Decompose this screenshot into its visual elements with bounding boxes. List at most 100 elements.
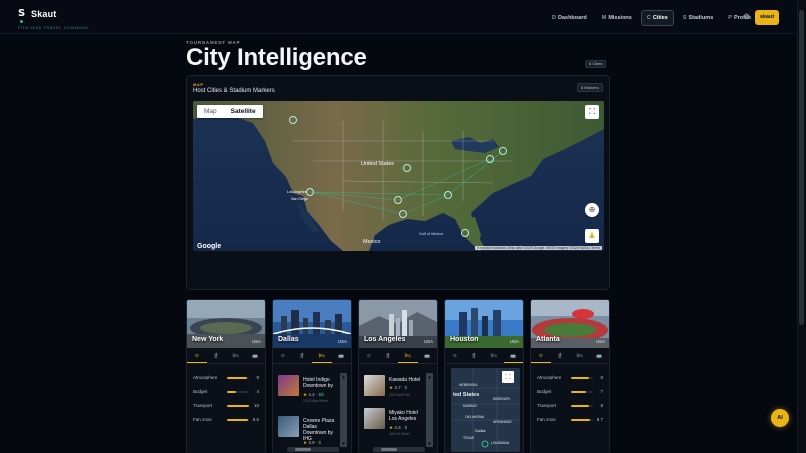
- map-canvas[interactable]: United States Mexico Gulf of Mexico Los …: [193, 101, 604, 251]
- brand-name: Skaut: [31, 8, 57, 19]
- tab-hotels-icon[interactable]: 🛏: [484, 350, 504, 363]
- user-button[interactable]: skaut: [755, 10, 779, 25]
- city-tabs: ⊙ 🍴 🛏 🚌: [531, 350, 609, 364]
- city-country: USA: [595, 339, 605, 344]
- transport-mini-map[interactable]: ⛶ ted States NEBRASKA KANSAS OKLAHOMA TE…: [451, 368, 520, 452]
- horizontal-scrollbar-thumb[interactable]: [381, 448, 397, 451]
- metric-fill: [227, 377, 247, 379]
- hotel-item[interactable]: Kawada Hotel ★ 3.7 · $ 200 South Hill: [364, 375, 426, 403]
- map-label-mexico: Mexico: [363, 239, 380, 245]
- city-tabs: ⊙ 🍴 🛏 🚌: [359, 350, 437, 364]
- scroll-up-icon[interactable]: ▲: [341, 374, 346, 379]
- metric-value: 9: [256, 375, 259, 380]
- star-icon: ★: [389, 426, 394, 431]
- hotel-meta: ★ 3.9 · $: [303, 440, 322, 446]
- hotel-price: $$: [318, 392, 324, 397]
- city-card-houston: Houston USA ⊙ 🍴 🛏 🚌 ⛶ ted States NEBRASK…: [444, 299, 524, 453]
- tab-overview-icon[interactable]: ⊙: [531, 350, 551, 363]
- tab-transport-icon[interactable]: 🚌: [503, 350, 523, 363]
- mini-map-state-label: OKLAHOMA: [465, 415, 485, 419]
- metric-label: Transport: [537, 403, 557, 408]
- metric-transport: Transport 8: [537, 403, 605, 409]
- tab-transport-icon[interactable]: 🚌: [590, 350, 610, 363]
- skaut-logo-icon: S: [18, 8, 26, 19]
- metric-budget: Budget 4: [193, 389, 261, 395]
- metric-value: 8: [600, 375, 603, 380]
- city-name: Houston: [450, 336, 479, 343]
- tab-transport-icon[interactable]: 🚌: [332, 350, 352, 363]
- horizontal-scrollbar[interactable]: [287, 447, 339, 452]
- fullscreen-icon[interactable]: ⛶: [585, 105, 599, 119]
- tab-overview-icon[interactable]: ⊙: [359, 350, 379, 363]
- horizontal-scrollbar[interactable]: [373, 447, 425, 452]
- cities-count-badge: 6 Cities: [585, 60, 607, 68]
- tab-food-icon[interactable]: 🍴: [379, 350, 399, 363]
- hotel-list-scrollbar[interactable]: ▲ ▼: [426, 373, 433, 447]
- nav-stadiums[interactable]: S Stadiums: [677, 10, 719, 26]
- tab-food-icon[interactable]: 🍴: [293, 350, 313, 363]
- metric-value: 4: [256, 389, 259, 394]
- metric-bar: [571, 419, 593, 421]
- tab-transport-icon[interactable]: 🚌: [418, 350, 438, 363]
- page-title: City Intelligence: [186, 44, 367, 71]
- nav-cities[interactable]: C Cities: [640, 10, 674, 26]
- tab-overview-icon[interactable]: ⊙: [273, 350, 293, 363]
- metric-atmosphere: Atmosphere 9: [193, 375, 261, 381]
- metric-fan-zone: Fan zone 9.5: [193, 417, 261, 423]
- nav-key: C: [646, 15, 651, 21]
- metric-label: Transport: [193, 403, 213, 408]
- satellite-map[interactable]: United States Mexico Gulf of Mexico Los …: [193, 101, 604, 251]
- nav-profile[interactable]: P Profile: [722, 10, 757, 26]
- scroll-down-icon[interactable]: ▼: [341, 441, 346, 446]
- scroll-up-icon[interactable]: ▲: [427, 374, 432, 379]
- page-scrollbar-thumb[interactable]: [799, 10, 804, 325]
- hotel-item[interactable]: Miyako Hotel Los Angeles ★ 4.3 · $ 328 1…: [364, 408, 426, 436]
- top-nav: S Skaut FIFA 2026 TRAVEL COMMAND D Dashbo…: [0, 0, 797, 34]
- map-label-gulf: Gulf of Mexico: [419, 232, 443, 236]
- mini-map-state-label: MISSOURI: [493, 397, 510, 401]
- brand-logo[interactable]: S Skaut: [18, 8, 57, 19]
- metric-bar: [227, 405, 249, 407]
- nav-missions[interactable]: M Missions: [596, 10, 638, 26]
- tab-hotels-icon[interactable]: 🛏: [570, 350, 590, 363]
- fullscreen-icon[interactable]: ⛶: [502, 371, 514, 383]
- tab-hotels-icon[interactable]: 🛏: [226, 350, 246, 363]
- tab-transport-icon[interactable]: 🚌: [246, 350, 266, 363]
- city-country: USA: [337, 339, 347, 344]
- tab-overview-icon[interactable]: ⊙: [445, 350, 465, 363]
- map-attribution[interactable]: Keyboard shortcuts | Map data ©2026 Goog…: [475, 246, 602, 250]
- ai-assistant-button[interactable]: AI: [771, 409, 789, 427]
- markers-count-badge: 6 Markers: [577, 83, 603, 92]
- map-type-map[interactable]: Map: [197, 105, 224, 118]
- tab-food-icon[interactable]: 🍴: [465, 350, 485, 363]
- nav-label: Stadiums: [688, 15, 714, 21]
- metric-value: 7: [600, 389, 603, 394]
- tab-overview-icon[interactable]: ⊙: [187, 350, 207, 363]
- hotel-item[interactable]: Crowne Plaza Dallas Downtown by IHG ★ 3.…: [278, 416, 340, 446]
- map-type-satellite[interactable]: Satellite: [224, 105, 263, 118]
- metric-label: Atmosphere: [193, 375, 218, 380]
- hotel-thumbnail: [278, 375, 299, 396]
- tab-food-icon[interactable]: 🍴: [551, 350, 571, 363]
- gear-icon[interactable]: ⚙: [743, 13, 750, 21]
- nav-dashboard[interactable]: D Dashboard: [546, 10, 593, 26]
- hotel-thumbnail: [278, 416, 299, 437]
- metric-bar: [227, 377, 249, 379]
- metric-fill: [571, 419, 591, 421]
- city-card-los-angeles: Los Angeles USA ⊙ 🍴 🛏 🚌 Kawada Hotel ★ 3…: [358, 299, 438, 453]
- hotel-item[interactable]: Hotel Indigo Downtown by ★ 4.2 · $$ 1933…: [278, 375, 340, 403]
- hotel-price: $: [318, 440, 322, 445]
- tab-hotels-icon[interactable]: 🛏: [398, 350, 418, 363]
- metric-fill: [571, 405, 589, 407]
- city-country: USA: [251, 339, 261, 344]
- pegman-icon[interactable]: ♟: [585, 229, 599, 243]
- map-card: MAP Host Cities & Stadium Markers 6 Mark…: [186, 75, 610, 290]
- city-country: USA: [423, 339, 433, 344]
- hotel-address: 200 South Hill: [389, 393, 410, 397]
- locate-icon[interactable]: ⊕: [585, 203, 599, 217]
- tab-food-icon[interactable]: 🍴: [207, 350, 227, 363]
- horizontal-scrollbar-thumb[interactable]: [295, 448, 311, 451]
- hotel-list-scrollbar[interactable]: ▲ ▼: [340, 373, 347, 447]
- tab-hotels-icon[interactable]: 🛏: [312, 350, 332, 363]
- scroll-down-icon[interactable]: ▼: [427, 441, 432, 446]
